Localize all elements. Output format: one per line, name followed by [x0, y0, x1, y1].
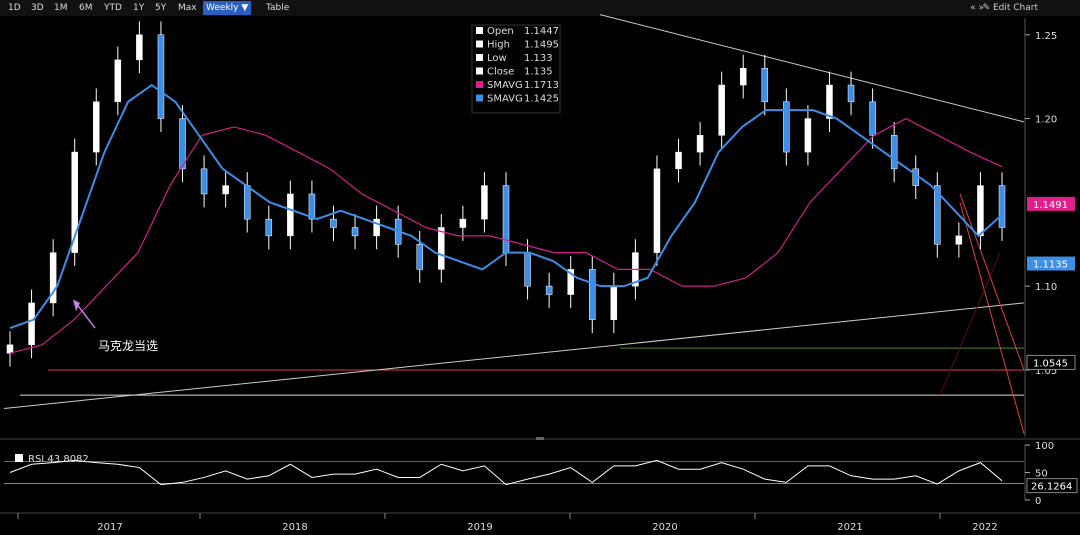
- time-label-2022: 2022: [972, 522, 997, 533]
- channel-fan: [939, 252, 1001, 396]
- candle-body: [890, 135, 898, 170]
- time-label-2021: 2021: [837, 522, 862, 533]
- candle-body: [739, 68, 747, 86]
- price-badge-label-2: 1.0545: [1033, 358, 1068, 369]
- candle-body: [265, 218, 273, 237]
- candle-body: [6, 344, 14, 354]
- annotation-text: 马克龙当选: [98, 339, 158, 353]
- candle-body: [243, 185, 251, 220]
- price-badge-label-0: 1.1491: [1033, 200, 1068, 211]
- candle-body: [136, 34, 143, 61]
- candle-body: [847, 84, 855, 103]
- rsi-badge-label: 26.1264: [1031, 482, 1072, 493]
- annotation-arrow: [75, 302, 96, 329]
- candle-body: [114, 59, 122, 103]
- candle-body: [610, 285, 618, 320]
- legend-swatch-0: [476, 27, 483, 34]
- candle-body: [308, 193, 316, 220]
- candle-body: [287, 193, 294, 237]
- legend-swatch-3: [476, 67, 483, 75]
- candle-body: [222, 185, 229, 195]
- rsi-tick-label-1: 50: [1035, 469, 1048, 480]
- candle-body: [502, 185, 510, 253]
- candle-body: [761, 68, 769, 103]
- candle-body: [524, 252, 531, 287]
- time-label-2018: 2018: [282, 522, 307, 533]
- falling-trendline: [599, 14, 1025, 123]
- candle-body: [589, 269, 596, 320]
- legend-label-3: Close: [487, 67, 514, 78]
- candle-body: [804, 118, 812, 153]
- candle-body: [998, 185, 1006, 228]
- channel-upper: [959, 193, 1025, 371]
- chart-canvas: 马克龙当选 RSI 43.8082 100 50 0 26.1264 Open 1.144…: [0, 14, 1080, 533]
- price-axis: 1.251.201.101.051.14911.11351.0545: [1024, 18, 1076, 437]
- candle-body: [977, 185, 984, 237]
- legend-value-1: 1.1495: [524, 40, 559, 51]
- panel-resize-handle: [536, 437, 544, 440]
- candle-body: [416, 244, 423, 270]
- time-axis: 2017 2018 2019 2020 2021 2022: [0, 512, 1080, 533]
- legend-swatch-2: [476, 54, 483, 61]
- legend-value-4: 1.1713: [524, 80, 559, 91]
- candle-body: [157, 34, 165, 119]
- price-tick-label-1: 1.20: [1035, 115, 1057, 126]
- candle-body: [93, 101, 100, 153]
- legend-label-5: SMAVG: [487, 94, 523, 105]
- candle-body: [351, 227, 359, 237]
- candle-body: [200, 168, 208, 195]
- candle-body: [653, 168, 661, 253]
- rsi-tick-label-0: 100: [1035, 441, 1054, 452]
- legend-value-0: 1.1447: [524, 26, 559, 37]
- legend-label-4: SMAVG: [487, 80, 523, 91]
- candle-body: [459, 218, 467, 228]
- legend-value-3: 1.135: [524, 67, 553, 78]
- price-tick-label-2: 1.10: [1035, 282, 1057, 293]
- rsi-line: [9, 459, 1003, 486]
- candle-body: [696, 135, 704, 153]
- rising-trendline: [3, 302, 1025, 410]
- time-label-2020: 2020: [652, 522, 677, 533]
- legend-label-1: High: [487, 40, 510, 51]
- rsi-panel: RSI 43.8082 100 50 0 26.1264: [4, 441, 1078, 507]
- candle-body: [826, 84, 833, 119]
- legend-label-0: Open: [487, 26, 514, 37]
- legend-value-2: 1.133: [524, 53, 553, 64]
- candle-body: [869, 101, 876, 136]
- candle-body: [955, 235, 963, 245]
- time-label-2017: 2017: [97, 522, 122, 533]
- channel-lower: [959, 202, 1025, 434]
- legend-swatch-1: [476, 40, 483, 48]
- candle-body: [675, 151, 682, 170]
- legend-value-5: 1.1425: [524, 94, 559, 105]
- legend-swatch-5: [476, 94, 483, 102]
- candle-body: [545, 285, 553, 295]
- candle-body: [373, 218, 380, 237]
- rsi-tick-label-2: 0: [1035, 496, 1041, 507]
- price-badge-label-1: 1.1135: [1033, 260, 1068, 271]
- candle-body: [718, 84, 725, 136]
- candle-body: [179, 118, 186, 170]
- candle-body: [28, 302, 35, 346]
- ohlc-legend: Open 1.1447High 1.1495Low 1.133Close 1.135SM…: [471, 24, 561, 114]
- time-label-2019: 2019: [467, 522, 492, 533]
- rsi-swatch: [15, 454, 23, 462]
- candle-body: [481, 185, 488, 220]
- legend-label-2: Low: [487, 53, 507, 64]
- price-tick-label-0: 1.25: [1035, 31, 1057, 42]
- rsi-label: RSI 43.8082: [28, 454, 89, 465]
- legend-swatch-4: [476, 81, 483, 88]
- candle-body: [330, 218, 337, 228]
- candle-body: [438, 227, 445, 270]
- annotation-arrowhead: [73, 299, 80, 312]
